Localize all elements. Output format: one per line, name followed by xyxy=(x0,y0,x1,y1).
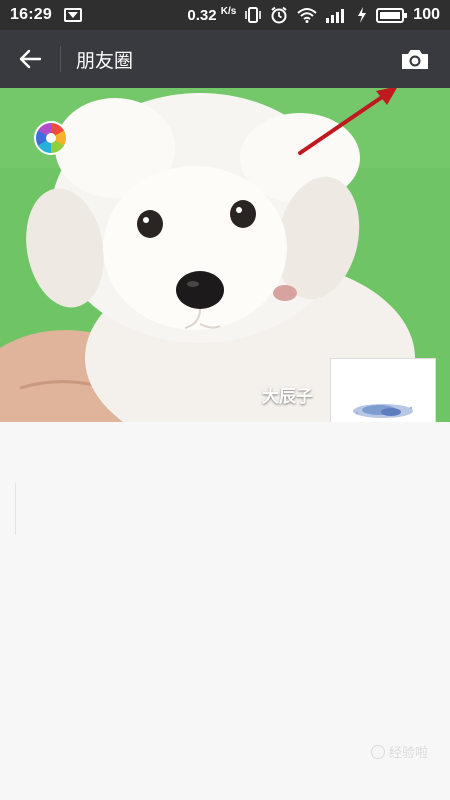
camera-button[interactable] xyxy=(398,42,432,76)
arrow-left-icon xyxy=(19,49,41,69)
status-bar: 16:29 0.32 K/s 100 xyxy=(0,0,450,30)
watermark-text: 经验啦 xyxy=(388,745,428,760)
vibrate-icon xyxy=(245,7,262,23)
charging-icon xyxy=(358,7,367,23)
alarm-icon xyxy=(271,6,287,24)
status-right-group: 0.32 K/s 100 xyxy=(187,6,440,24)
watermark-logo-icon xyxy=(370,744,385,759)
camera-icon xyxy=(402,50,428,69)
watermark: 经验啦 xyxy=(370,742,428,761)
feed-divider-line xyxy=(15,483,16,535)
nav-divider xyxy=(60,46,61,72)
top-nav-bar: 朋友圈 xyxy=(0,30,450,88)
network-speed-value: 0.32 xyxy=(187,7,217,24)
battery-percent: 100 xyxy=(413,6,440,23)
notification-icon xyxy=(63,8,82,22)
profile-nickname[interactable]: 大辰子 xyxy=(262,382,313,407)
network-speed: 0.32 K/s xyxy=(187,6,236,24)
wifi-icon xyxy=(297,8,317,23)
page-title: 朋友圈 xyxy=(76,50,134,72)
signal-icon xyxy=(326,9,345,23)
aperture-logo-icon xyxy=(34,121,68,155)
status-time: 16:29 xyxy=(10,6,52,23)
battery-icon xyxy=(376,7,408,23)
back-button[interactable] xyxy=(0,30,60,88)
network-speed-unit: K/s xyxy=(220,6,237,17)
